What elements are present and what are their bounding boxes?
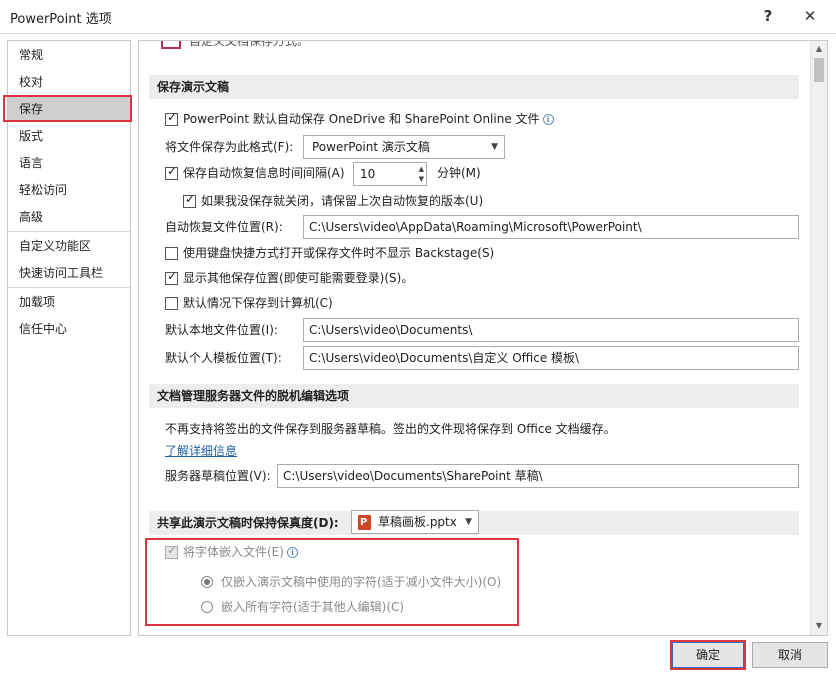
sidebar-item-save[interactable]: 保存 bbox=[8, 97, 130, 122]
help-button[interactable]: ? bbox=[754, 4, 782, 28]
offline-notice: 不再支持将签出的文件保存到服务器草稿。签出的文件现将保存到 Office 文档缓… bbox=[165, 422, 616, 436]
sidebar-item-trust-center[interactable]: 信任中心 bbox=[8, 317, 130, 342]
section-header-offline: 文档管理服务器文件的脱机编辑选项 bbox=[149, 384, 799, 408]
sidebar-item-general[interactable]: 常规 bbox=[8, 43, 130, 68]
embed-all-chars-label: 嵌入所有字符(适于其他人编辑)(C) bbox=[221, 600, 405, 614]
title-bar: PowerPoint 选项 ? ✕ bbox=[0, 0, 836, 34]
autorecover-location-label: 自动恢复文件位置(R): bbox=[165, 220, 283, 234]
chevron-down-icon: ▼ bbox=[465, 517, 472, 527]
ok-button[interactable]: 确定 bbox=[672, 642, 744, 668]
sidebar-item-proofing[interactable]: 校对 bbox=[8, 70, 130, 95]
fidelity-file-value: 草稿画板.pptx bbox=[378, 515, 457, 529]
sidebar-item-quick-access-toolbar[interactable]: 快速访问工具栏 bbox=[8, 261, 130, 286]
sidebar-item-accessibility[interactable]: 轻松访问 bbox=[8, 178, 130, 203]
cancel-button[interactable]: 取消 bbox=[752, 642, 828, 668]
sidebar-divider bbox=[8, 287, 130, 288]
minutes-label: 分钟(M) bbox=[437, 166, 481, 180]
save-to-computer-checkbox[interactable] bbox=[165, 297, 178, 310]
autosave-onedrive-label: PowerPoint 默认自动保存 OneDrive 和 SharePoint … bbox=[183, 112, 540, 126]
info-icon: i bbox=[286, 547, 298, 558]
info-icon: i bbox=[542, 114, 554, 125]
page-description: 自定义文档保存方式。 bbox=[189, 40, 310, 48]
vertical-scrollbar[interactable]: ▲ ▼ bbox=[810, 41, 827, 635]
autorecover-checkbox[interactable] bbox=[165, 164, 178, 180]
autosave-onedrive-row: PowerPoint 默认自动保存 OneDrive 和 SharePoint … bbox=[183, 108, 554, 130]
chevron-up-icon[interactable]: ▲ bbox=[419, 164, 424, 174]
autorecover-label: 保存自动恢复信息时间间隔(A) bbox=[183, 166, 345, 180]
sidebar-item-add-ins[interactable]: 加载项 bbox=[8, 290, 130, 315]
sidebar-item-customize-ribbon[interactable]: 自定义功能区 bbox=[8, 234, 130, 259]
sidebar-item-advanced[interactable]: 高级 bbox=[8, 205, 130, 230]
scroll-down-icon[interactable]: ▼ bbox=[811, 618, 827, 634]
format-select[interactable]: PowerPoint 演示文稿 ▼ bbox=[303, 135, 505, 159]
local-location-label: 默认本地文件位置(I): bbox=[165, 323, 278, 337]
template-location-label: 默认个人模板位置(T): bbox=[165, 351, 282, 365]
powerpoint-file-icon bbox=[358, 515, 371, 530]
section-header-save: 保存演示文稿 bbox=[149, 75, 799, 99]
sidebar-nav: 常规 校对 保存 版式 语言 轻松访问 高级 自定义功能区 快速访问工具栏 加载… bbox=[7, 40, 131, 636]
embed-fonts-checkbox[interactable] bbox=[165, 543, 178, 559]
learn-more-link[interactable]: 了解详细信息 bbox=[165, 440, 237, 462]
show-other-locations-label: 显示其他保存位置(即使可能需要登录)(S)。 bbox=[183, 271, 414, 285]
sidebar-item-layout[interactable]: 版式 bbox=[8, 124, 130, 149]
drafts-location-label: 服务器草稿位置(V): bbox=[165, 469, 271, 483]
save-to-computer-label: 默认情况下保存到计算机(C) bbox=[183, 296, 333, 310]
show-other-locations-checkbox[interactable] bbox=[165, 269, 178, 285]
scrollbar-thumb[interactable] bbox=[814, 58, 824, 82]
learn-more-link-text[interactable]: 了解详细信息 bbox=[165, 444, 237, 458]
no-backstage-label: 使用键盘快捷方式打开或保存文件时不显示 Backstage(S) bbox=[183, 246, 495, 260]
close-button[interactable]: ✕ bbox=[796, 4, 824, 28]
save-icon bbox=[161, 41, 181, 49]
embed-fonts-row: 将字体嵌入文件(E) i bbox=[183, 541, 298, 563]
autorecover-location-input[interactable]: C:\Users\video\AppData\Roaming\Microsoft… bbox=[303, 215, 799, 239]
embed-fonts-label: 将字体嵌入文件(E) bbox=[183, 545, 284, 559]
format-label: 将文件保存为此格式(F): bbox=[165, 140, 294, 154]
fidelity-file-select[interactable]: 草稿画板.pptx ▼ bbox=[351, 510, 479, 534]
sidebar-divider bbox=[8, 231, 130, 232]
local-location-input[interactable]: C:\Users\video\Documents\ bbox=[303, 318, 799, 342]
chevron-down-icon[interactable]: ▼ bbox=[419, 174, 424, 184]
no-backstage-checkbox[interactable] bbox=[165, 247, 178, 260]
format-select-value: PowerPoint 演示文稿 bbox=[312, 140, 430, 154]
window-title: PowerPoint 选项 bbox=[10, 12, 112, 27]
autosave-onedrive-checkbox[interactable] bbox=[165, 110, 178, 126]
sidebar-item-language[interactable]: 语言 bbox=[8, 151, 130, 176]
template-location-input[interactable]: C:\Users\video\Documents\自定义 Office 模板\ bbox=[303, 346, 799, 370]
embed-used-chars-label: 仅嵌入演示文稿中使用的字符(适于减小文件大小)(O) bbox=[221, 575, 502, 589]
keep-last-version-checkbox[interactable] bbox=[183, 192, 196, 208]
scroll-up-icon[interactable]: ▲ bbox=[811, 41, 827, 57]
autorecover-minutes-value: 10 bbox=[360, 167, 376, 181]
chevron-down-icon: ▼ bbox=[491, 142, 498, 152]
embed-used-chars-radio[interactable] bbox=[201, 576, 213, 588]
drafts-location-input[interactable]: C:\Users\video\Documents\SharePoint 草稿\ bbox=[277, 464, 799, 488]
autorecover-minutes-stepper[interactable]: 10 ▲ ▼ bbox=[353, 162, 427, 186]
keep-last-version-label: 如果我没保存就关闭，请保留上次自动恢复的版本(U) bbox=[201, 194, 484, 208]
options-content-panel: 自定义文档保存方式。 保存演示文稿 PowerPoint 默认自动保存 OneD… bbox=[138, 40, 828, 636]
embed-all-chars-radio[interactable] bbox=[201, 601, 213, 613]
